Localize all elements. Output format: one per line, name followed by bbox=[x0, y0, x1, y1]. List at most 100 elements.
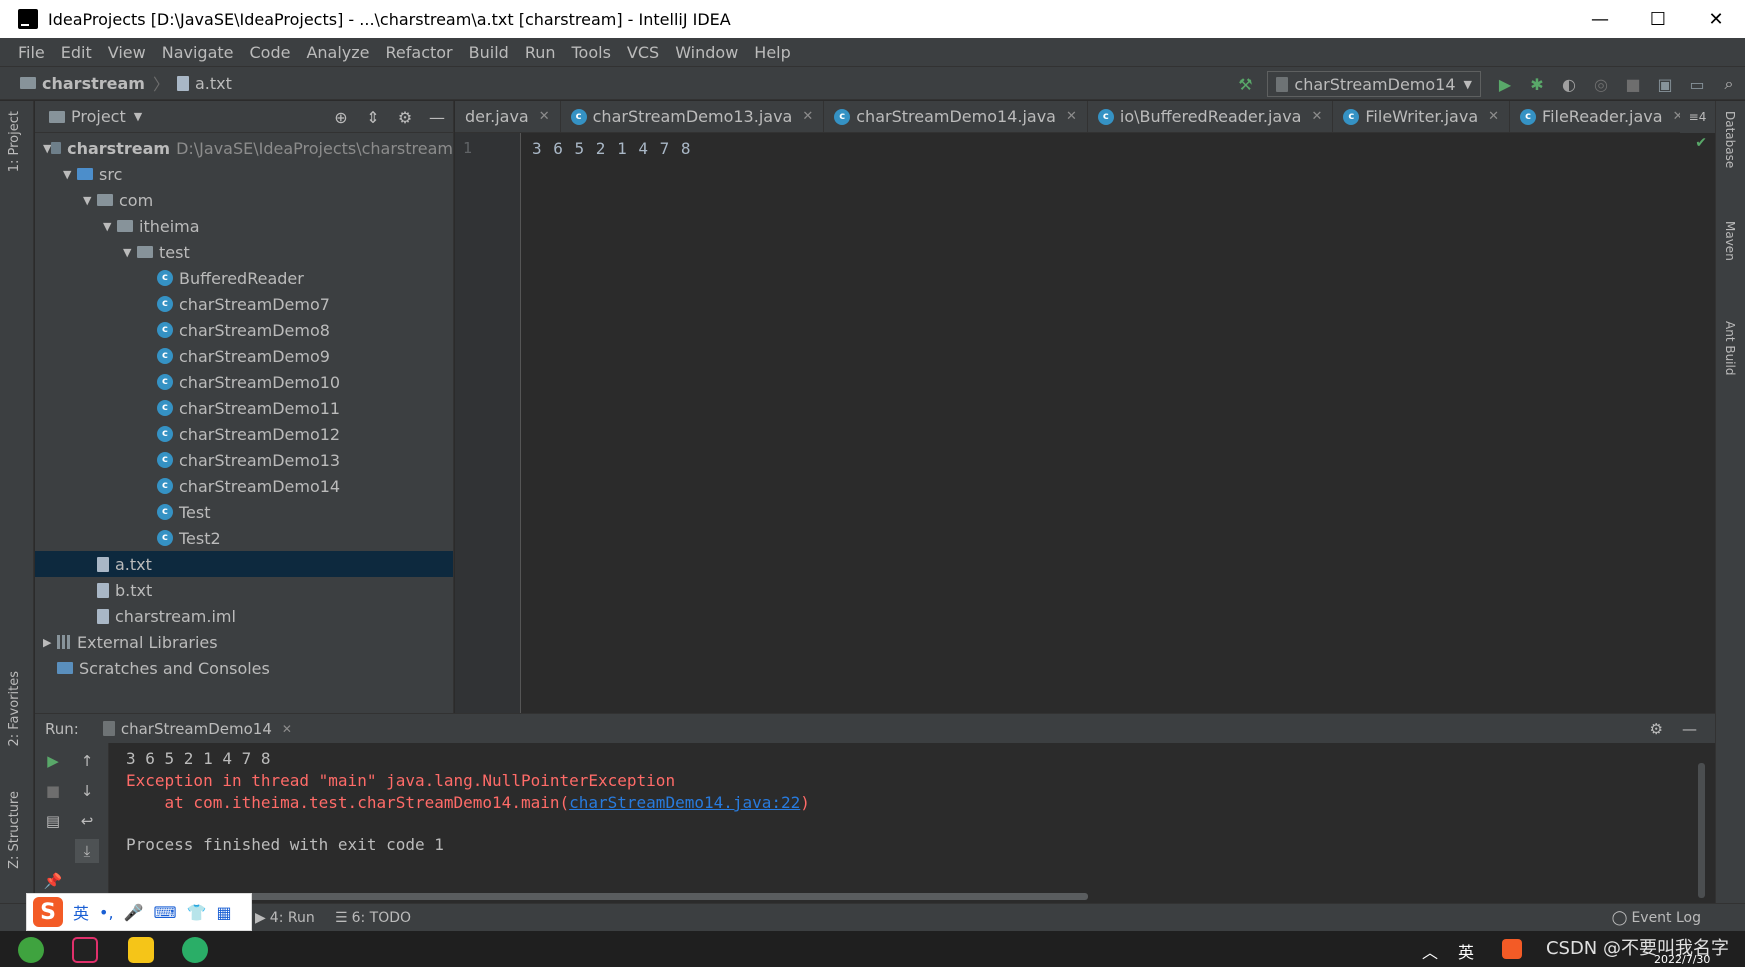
tab-database-tool[interactable]: Database bbox=[1723, 111, 1737, 168]
tree-item[interactable]: b.txt bbox=[35, 577, 453, 603]
tree-item[interactable]: c BufferedReader bbox=[35, 265, 453, 291]
minimize-button[interactable]: — bbox=[1571, 0, 1629, 38]
menu-run[interactable]: Run bbox=[525, 43, 556, 62]
tree-item[interactable]: a.txt bbox=[35, 551, 453, 577]
editor-tab[interactable]: c io\BufferedReader.java ✕ bbox=[1088, 101, 1334, 132]
stop-icon[interactable]: ■ bbox=[41, 779, 65, 803]
editor-tab[interactable]: c FileWriter.java ✕ bbox=[1333, 101, 1511, 132]
skin-icon[interactable]: 👕 bbox=[187, 903, 207, 922]
tree-item[interactable]: c charStreamDemo14 bbox=[35, 473, 453, 499]
hide-icon[interactable]: — bbox=[1682, 720, 1697, 738]
tree-item[interactable]: charstream.iml bbox=[35, 603, 453, 629]
ime-punctuation-toggle[interactable]: •, bbox=[99, 903, 114, 922]
menu-refactor[interactable]: Refactor bbox=[386, 43, 453, 62]
menu-code[interactable]: Code bbox=[250, 43, 291, 62]
tree-item[interactable]: c charStreamDemo10 bbox=[35, 369, 453, 395]
close-icon[interactable]: ✕ bbox=[1311, 109, 1322, 124]
tree-item[interactable]: c charStreamDemo8 bbox=[35, 317, 453, 343]
event-log-button[interactable]: ◯ Event Log bbox=[1612, 910, 1701, 926]
stacktrace-link[interactable]: charStreamDemo14.java:22 bbox=[569, 793, 800, 812]
tree-item[interactable]: ▼ com bbox=[35, 187, 453, 213]
close-icon[interactable]: ✕ bbox=[802, 109, 813, 124]
scroll-to-end-icon[interactable]: ⤓ bbox=[75, 839, 99, 863]
close-button[interactable]: ✕ bbox=[1687, 0, 1745, 38]
tree-item[interactable]: ▶ External Libraries bbox=[35, 629, 453, 655]
keyboard-icon[interactable]: ⌨ bbox=[153, 903, 176, 922]
vertical-scrollbar[interactable] bbox=[1698, 763, 1705, 898]
menu-vcs[interactable]: VCS bbox=[627, 43, 659, 62]
chevron-down-icon[interactable]: ▼ bbox=[103, 220, 117, 233]
editor-tab[interactable]: der.java ✕ bbox=[455, 101, 561, 132]
down-arrow-icon[interactable]: ↓ bbox=[75, 779, 99, 803]
tree-item[interactable]: c charStreamDemo11 bbox=[35, 395, 453, 421]
apps-icon[interactable]: ▦ bbox=[216, 903, 231, 922]
menu-file[interactable]: File bbox=[18, 43, 45, 62]
ime-language-toggle[interactable]: 英 bbox=[73, 900, 89, 924]
tree-item[interactable]: c charStreamDemo7 bbox=[35, 291, 453, 317]
chevron-down-icon[interactable]: ▼ bbox=[83, 194, 97, 207]
close-icon[interactable]: ✕ bbox=[539, 109, 550, 124]
close-icon[interactable]: ✕ bbox=[282, 722, 292, 736]
tab-overflow-button[interactable]: ≡4 bbox=[1680, 101, 1715, 133]
horizontal-scrollbar[interactable] bbox=[126, 893, 1088, 900]
breadcrumb-file[interactable]: a.txt bbox=[195, 74, 232, 93]
menu-navigate[interactable]: Navigate bbox=[162, 43, 234, 62]
close-icon[interactable]: ✕ bbox=[1488, 109, 1499, 124]
coverage-icon[interactable]: ◐ bbox=[1558, 73, 1580, 95]
tree-item[interactable]: c charStreamDemo13 bbox=[35, 447, 453, 473]
console-output[interactable]: 3 6 5 2 1 4 7 8 Exception in thread "mai… bbox=[110, 743, 1715, 903]
browser-icon[interactable] bbox=[18, 937, 44, 963]
run-icon[interactable]: ▶ bbox=[1494, 73, 1516, 95]
debug-icon[interactable]: ✱ bbox=[1526, 73, 1548, 95]
tree-item[interactable]: c charStreamDemo12 bbox=[35, 421, 453, 447]
editor-area[interactable]: 3 6 5 2 1 4 7 8 ✔ bbox=[522, 133, 1715, 713]
sogou-tray-icon[interactable] bbox=[1502, 939, 1522, 959]
editor-tab[interactable]: c charStreamDemo14.java ✕ bbox=[824, 101, 1088, 132]
tree-item[interactable]: ▼ itheima bbox=[35, 213, 453, 239]
chevron-right-icon[interactable]: ▶ bbox=[43, 636, 57, 649]
build-hammer-icon[interactable]: ⚒ bbox=[1234, 73, 1256, 95]
menu-window[interactable]: Window bbox=[675, 43, 738, 62]
hide-icon[interactable]: — bbox=[426, 106, 448, 128]
tree-item[interactable]: ▼ test bbox=[35, 239, 453, 265]
tab-project-tool[interactable]: 1: Project bbox=[7, 111, 22, 172]
menu-build[interactable]: Build bbox=[469, 43, 509, 62]
chevron-down-icon[interactable]: ▼ bbox=[123, 246, 137, 259]
chevron-down-icon[interactable]: ▼ bbox=[43, 142, 51, 155]
tree-item[interactable]: c Test bbox=[35, 499, 453, 525]
menu-analyze[interactable]: Analyze bbox=[306, 43, 369, 62]
wechat-icon[interactable] bbox=[182, 937, 208, 963]
tree-item[interactable]: c charStreamDemo9 bbox=[35, 343, 453, 369]
editor-tab[interactable]: c FileReader.java ✕ bbox=[1510, 101, 1695, 132]
intellij-taskbar-icon[interactable] bbox=[72, 937, 98, 963]
run-configuration-selector[interactable]: charStreamDemo14 ▼ bbox=[1267, 71, 1481, 97]
gear-icon[interactable]: ⚙ bbox=[1650, 720, 1663, 738]
rerun-icon[interactable]: ▶ bbox=[41, 749, 65, 773]
maximize-button[interactable]: ☐ bbox=[1629, 0, 1687, 38]
menu-help[interactable]: Help bbox=[754, 43, 790, 62]
pin-icon[interactable]: 📌 bbox=[41, 869, 65, 893]
tray-language[interactable]: 英 bbox=[1458, 939, 1474, 963]
bottom-tab-run[interactable]: ▶ 4: Run bbox=[255, 910, 315, 926]
chevron-down-icon[interactable]: ▼ bbox=[134, 110, 142, 123]
tab-structure-tool[interactable]: Z: Structure bbox=[7, 791, 22, 869]
microphone-icon[interactable]: 🎤 bbox=[124, 903, 144, 922]
close-icon[interactable]: ✕ bbox=[1066, 109, 1077, 124]
tree-item[interactable]: ▼ src bbox=[35, 161, 453, 187]
tree-item[interactable]: ▼ charstream D:\JavaSE\IdeaProjects\charst… bbox=[35, 135, 453, 161]
project-view-selector[interactable]: Project bbox=[71, 107, 126, 126]
tab-favorites-tool[interactable]: 2: Favorites bbox=[7, 671, 22, 747]
tab-ant-build-tool[interactable]: Ant Build bbox=[1723, 321, 1737, 375]
tree-item[interactable]: c Test2 bbox=[35, 525, 453, 551]
sdk-icon[interactable]: ▭ bbox=[1686, 73, 1708, 95]
collapse-all-icon[interactable]: ⇕ bbox=[362, 106, 384, 128]
run-tab[interactable]: charStreamDemo14 ✕ bbox=[102, 720, 292, 738]
soft-wrap-icon[interactable]: ↩ bbox=[75, 809, 99, 833]
project-structure-icon[interactable]: ▣ bbox=[1654, 73, 1676, 95]
chevron-down-icon[interactable]: ▼ bbox=[63, 168, 77, 181]
tab-maven-tool[interactable]: Maven bbox=[1723, 221, 1737, 261]
restore-layout-icon[interactable]: ▤ bbox=[41, 809, 65, 833]
gear-icon[interactable]: ⚙ bbox=[394, 106, 416, 128]
breadcrumb-project[interactable]: charstream bbox=[42, 74, 145, 93]
up-arrow-icon[interactable]: ↑ bbox=[75, 749, 99, 773]
